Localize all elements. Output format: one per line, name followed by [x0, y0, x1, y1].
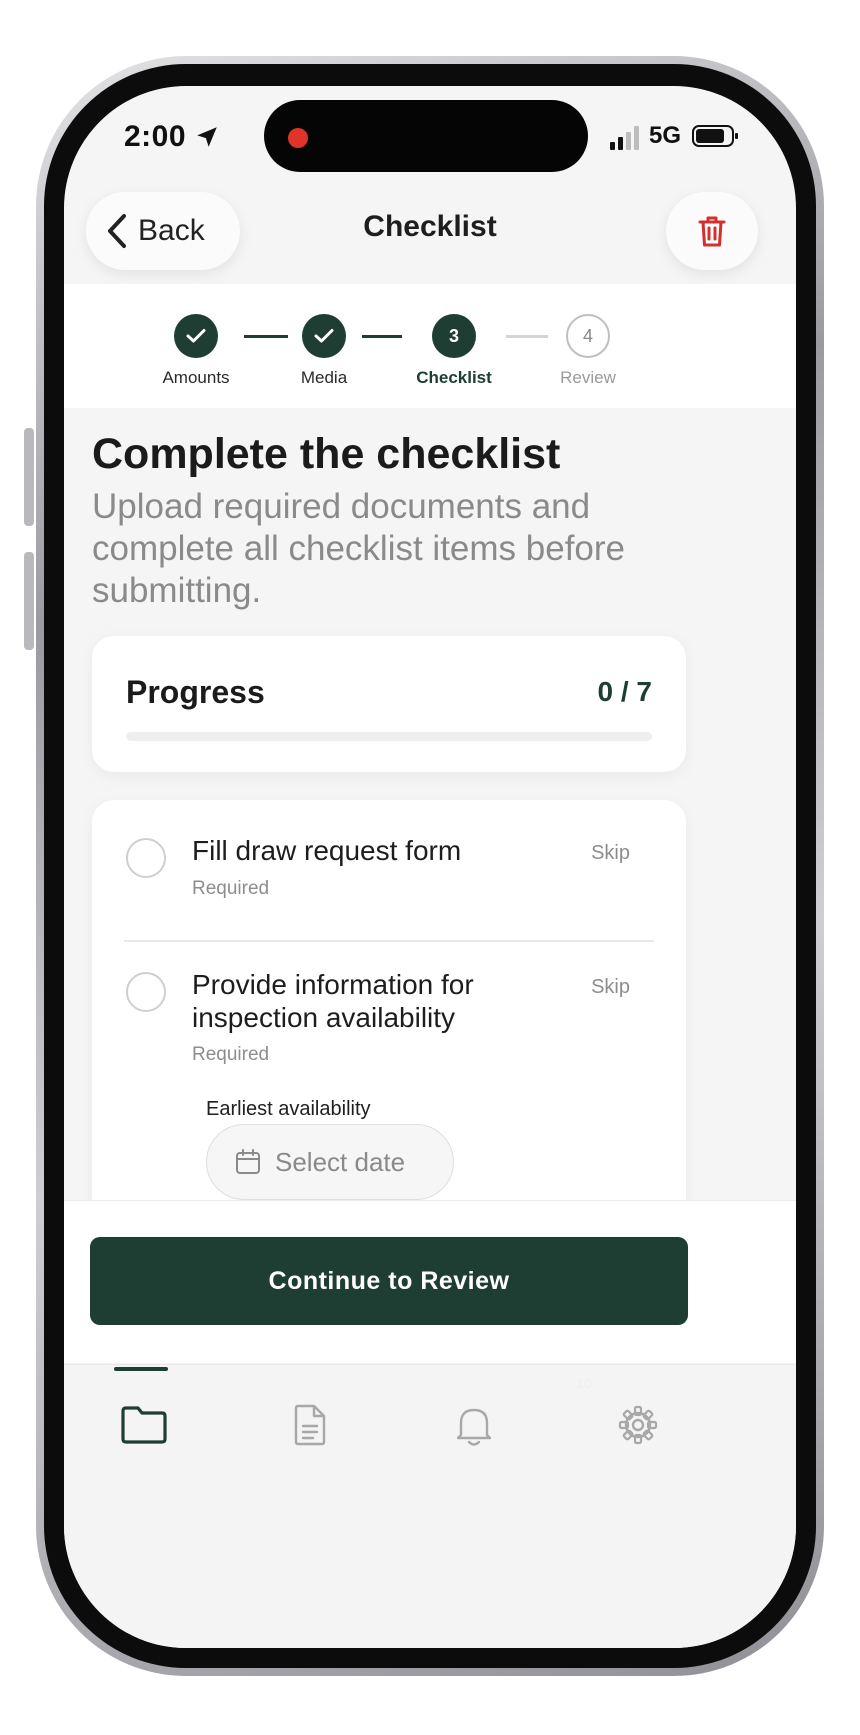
tab-projects[interactable] — [84, 1365, 204, 1485]
bottom-action-area: Continue to Review — [64, 1200, 796, 1363]
checklist-checkbox[interactable] — [126, 838, 166, 878]
status-time: 2:00 — [124, 120, 187, 153]
step-connector — [244, 335, 288, 338]
step-number: 4 — [582, 325, 593, 346]
page-subtitle: Upload required documents and complete a… — [92, 487, 625, 610]
location-arrow-icon — [197, 127, 217, 147]
availability-label: Earliest availability — [206, 1098, 371, 1120]
volume-down-button — [24, 552, 34, 650]
step-label-amounts: Amounts — [162, 368, 230, 387]
tab-notifications[interactable] — [414, 1365, 534, 1485]
check-icon — [314, 329, 334, 343]
tab-bar: 10 — [64, 1364, 796, 1648]
skip-button[interactable]: Skip — [591, 976, 630, 999]
checklist-item-title: Fill draw request form — [192, 835, 462, 866]
skip-button[interactable]: Skip — [591, 842, 630, 865]
calendar-icon — [236, 1149, 260, 1174]
delete-button[interactable] — [666, 192, 758, 270]
checklist-checkbox[interactable] — [126, 972, 166, 1012]
bell-icon — [456, 1408, 492, 1446]
document-icon — [294, 1404, 326, 1446]
step-connector — [362, 335, 402, 338]
step-label-checklist: Checklist — [416, 368, 492, 387]
checklist-item-title: Provide information for inspection avail… — [192, 969, 474, 1033]
step-connector — [506, 335, 548, 338]
gear-icon — [618, 1405, 658, 1445]
tab-settings[interactable] — [578, 1365, 698, 1485]
step-media-complete[interactable] — [302, 314, 346, 358]
step-label-media: Media — [300, 368, 348, 387]
checklist-item-required: Required — [192, 1044, 270, 1065]
step-number: 3 — [448, 325, 459, 346]
battery-icon — [692, 125, 738, 147]
continue-to-review-button[interactable]: Continue to Review — [90, 1237, 688, 1325]
dynamic-island — [264, 100, 588, 172]
check-icon — [186, 329, 206, 343]
select-date-placeholder: Select date — [275, 1146, 406, 1177]
progress-count: 0 / 7 — [597, 676, 652, 707]
progress-title: Progress — [126, 674, 265, 710]
step-review-pending[interactable]: 4 — [566, 314, 610, 358]
signal-bars-icon — [610, 126, 639, 150]
recording-indicator — [288, 128, 308, 148]
trash-icon — [698, 216, 726, 247]
tab-documents[interactable] — [250, 1365, 370, 1485]
network-label: 5G — [649, 122, 682, 149]
phone-screen: 2:00 5G Back Checklist 3 4 Amounts Media… — [64, 86, 796, 1648]
select-date-button[interactable]: Select date — [206, 1124, 454, 1200]
step-checklist-current[interactable]: 3 — [432, 314, 476, 358]
checklist-item-required: Required — [192, 878, 270, 899]
progress-card: Progress 0 / 7 — [92, 636, 686, 772]
progress-stepper: 3 4 Amounts Media Checklist Review — [64, 284, 796, 408]
folder-icon — [121, 1406, 167, 1444]
page-title: Complete the checklist — [92, 430, 561, 478]
step-label-review: Review — [560, 368, 616, 387]
divider — [124, 940, 654, 942]
step-amounts-complete[interactable] — [174, 314, 218, 358]
progress-bar — [126, 732, 652, 741]
volume-up-button — [24, 428, 34, 526]
